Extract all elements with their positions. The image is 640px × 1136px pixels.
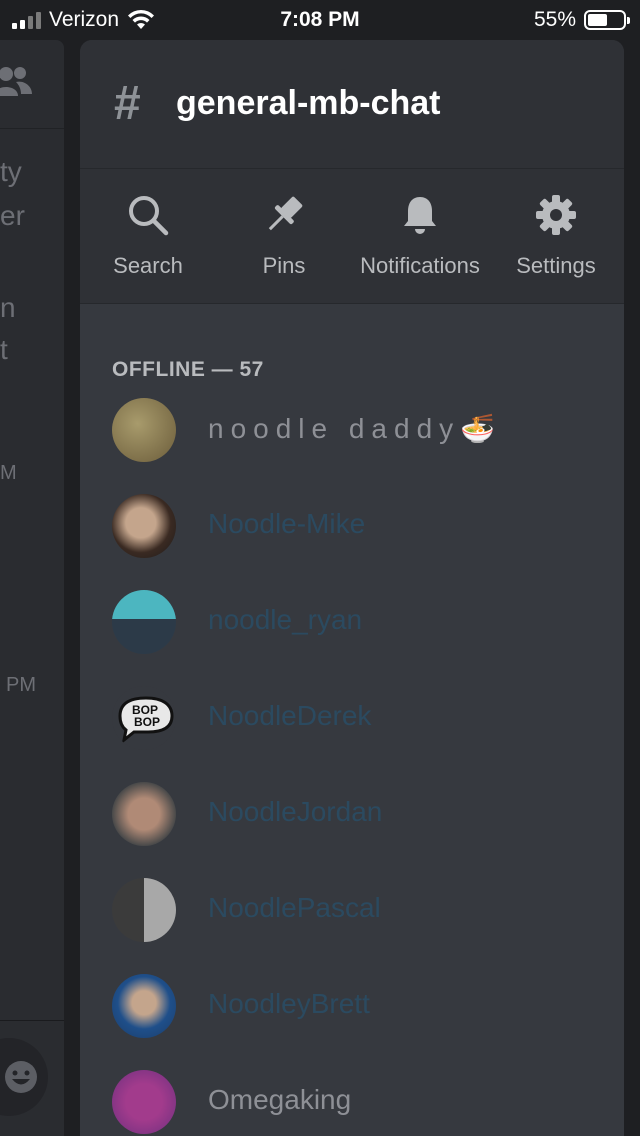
member-row[interactable]: noodle daddy🍜 [80, 398, 624, 494]
member-row[interactable]: NoodlePascal [80, 878, 624, 974]
svg-text:BOP: BOP [134, 715, 160, 729]
avatar [112, 494, 176, 558]
member-row[interactable]: noodle_ryan [80, 590, 624, 686]
battery-icon [584, 10, 630, 30]
channel-title: general-mb-chat [176, 84, 441, 122]
member-name: NoodleJordan [208, 796, 383, 827]
member-row[interactable]: NoodleyBrett [80, 974, 624, 1070]
pin-icon [268, 196, 303, 231]
member-row[interactable]: NoodleJordan [80, 782, 624, 878]
member-name: noodle_ryan [208, 604, 363, 635]
timestamp-fragment: PM [6, 674, 36, 696]
member-row[interactable]: Noodle-Mike [80, 494, 624, 590]
avatar [112, 1070, 176, 1134]
member-name: Omegaking [208, 1084, 352, 1115]
members-icon[interactable] [0, 64, 34, 100]
avatar [112, 590, 176, 654]
bop-bubble-icon: BOP BOP [118, 696, 174, 744]
avatar [112, 974, 176, 1038]
status-bar: Verizon 7:08 PM 55% [0, 0, 640, 40]
avatar [112, 782, 176, 846]
text-fragment: ty [0, 156, 22, 187]
pins-label: Pins [262, 253, 306, 278]
member-name: NoodleyBrett [208, 988, 370, 1019]
noodle-emoji: 🍜 [460, 413, 496, 444]
pins-button[interactable]: Pins [216, 169, 352, 303]
notifications-label: Notifications [360, 253, 480, 278]
search-button[interactable]: Search [80, 169, 216, 303]
timestamp-fragment: M [0, 462, 17, 484]
member-name: NoodlePascal [208, 892, 381, 923]
offline-section-header: OFFLINE — 57 [112, 358, 264, 381]
avatar [112, 878, 176, 942]
emoji-button[interactable] [0, 1038, 48, 1116]
notifications-button[interactable]: Notifications [352, 169, 488, 303]
bell-icon [404, 197, 436, 234]
channel-info-panel: # general-mb-chat Search Pins Notificati… [80, 40, 624, 1136]
text-fragment: er [0, 200, 25, 231]
gear-icon [536, 195, 576, 235]
text-fragment: n [0, 292, 16, 323]
avatar: BOP BOP [112, 686, 176, 750]
text-fragment: t [0, 334, 8, 365]
background-chat-panel: ty er n t M PM [0, 40, 64, 1136]
channel-toolbar: Search Pins Notifications Settings [80, 169, 624, 303]
settings-button[interactable]: Settings [488, 169, 624, 303]
avatar [112, 398, 176, 462]
member-name: NoodleDerek [208, 700, 372, 731]
channel-hash-icon: # [114, 77, 141, 130]
search-label: Search [113, 253, 183, 278]
member-name: Noodle-Mike [208, 508, 366, 539]
member-name: noodle daddy🍜 [208, 413, 496, 444]
settings-label: Settings [516, 253, 596, 278]
member-list: OFFLINE — 57 noodle daddy🍜 Noodle-Mike n… [80, 304, 624, 1136]
member-row[interactable]: Omegaking [80, 1070, 624, 1136]
channel-header: # general-mb-chat [80, 40, 624, 168]
battery-percent: 55% [533, 8, 576, 31]
search-icon [129, 196, 169, 236]
smiley-icon [5, 1061, 37, 1093]
member-row[interactable]: BOP BOP NoodleDerek [80, 686, 624, 782]
